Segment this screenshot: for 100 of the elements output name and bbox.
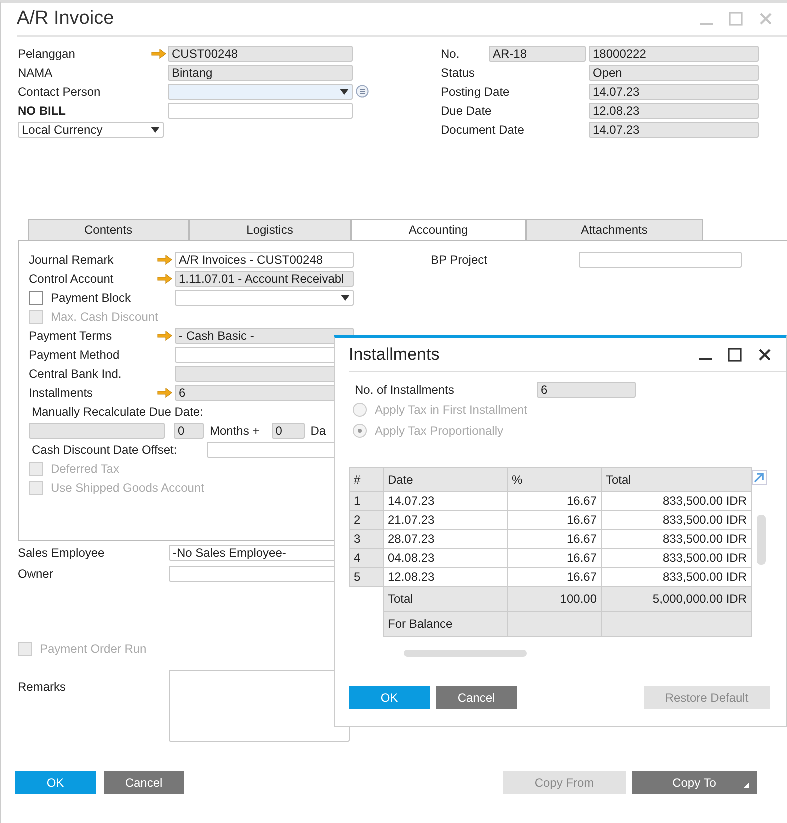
tab[interactable]: Logistics [189, 219, 351, 240]
scrollbar-thumb[interactable] [757, 515, 766, 565]
field-label: Cash Discount Date Offset: [32, 442, 178, 458]
caret-icon[interactable] [341, 294, 350, 300]
checkbox[interactable] [29, 290, 43, 304]
link-arrow-icon[interactable] [151, 48, 168, 58]
field-label: Document Date [441, 122, 526, 138]
text-field[interactable] [207, 442, 337, 458]
dropdown-field[interactable] [175, 290, 354, 306]
table-cell: 16.67 [508, 510, 602, 530]
table-cell: 100.00 [508, 586, 602, 612]
field-label: Payment Terms [29, 328, 114, 344]
field-label: Central Bank Ind. [29, 366, 123, 382]
unit-label: Months + [210, 422, 260, 438]
unit-label: Da [310, 422, 326, 438]
text-field[interactable]: 6 [537, 382, 636, 398]
column-header[interactable]: Total [602, 468, 752, 492]
row-number[interactable]: 4 [350, 548, 384, 568]
field-label: Control Account [29, 270, 115, 286]
field-label: Remarks [18, 679, 68, 696]
column-header[interactable]: % [508, 468, 602, 492]
dropdown-corner-icon[interactable] [744, 783, 749, 788]
row-number[interactable]: 2 [350, 510, 384, 530]
table-cell: 16.67 [508, 548, 602, 568]
maximize-icon[interactable] [728, 348, 742, 362]
text-field[interactable] [579, 252, 742, 268]
currency-dropdown[interactable]: Local Currency [18, 122, 164, 138]
row-number[interactable]: 1 [350, 492, 384, 510]
link-arrow-icon[interactable] [157, 330, 174, 340]
checkbox-label: Payment Order Run [40, 640, 147, 656]
field-label: No. [441, 46, 461, 62]
text-field[interactable]: - Cash Basic - [175, 328, 354, 344]
table-cell: 14.07.23 [384, 492, 508, 510]
scrollbar-thumb[interactable] [404, 650, 527, 657]
field-label: Pelanggan [18, 46, 76, 62]
dialog-title: Installments [349, 344, 440, 366]
button[interactable]: Cancel [436, 686, 517, 709]
series-field[interactable]: AR-18 [489, 46, 586, 62]
text-field[interactable]: Bintang [168, 64, 353, 80]
table-cell: 5,000,000.00 IDR [602, 586, 752, 612]
link-arrow-icon[interactable] [157, 388, 174, 398]
checkbox-label: Payment Block [51, 290, 132, 306]
row-number[interactable]: 3 [350, 530, 384, 548]
field-label: Posting Date [441, 84, 511, 100]
remarks-field[interactable] [169, 670, 350, 742]
checkbox-label: Deferred Tax [51, 460, 120, 476]
link-arrow-icon[interactable] [157, 254, 174, 264]
field-label: Installments [29, 384, 94, 400]
checkbox-label: Max. Cash Discount [51, 308, 158, 324]
column-header[interactable]: Date [384, 468, 508, 492]
row-number[interactable]: 5 [350, 568, 384, 586]
radio-label: Apply Tax in First Installment [375, 402, 528, 418]
field-label: BP Project [431, 252, 488, 268]
section-label: Manually Recalculate Due Date: [32, 404, 204, 420]
field-label: Status [441, 64, 476, 80]
table-cell: 16.67 [508, 492, 602, 510]
copy-to-button[interactable]: Copy To [632, 771, 757, 794]
date-field[interactable] [29, 422, 165, 438]
field-label: Due Date [441, 102, 493, 118]
link-arrow-icon[interactable] [157, 274, 174, 284]
table-cell: 28.07.23 [384, 530, 508, 548]
list-icon[interactable] [356, 85, 369, 98]
column-header[interactable]: # [350, 468, 384, 492]
table-cell: 21.07.23 [384, 510, 508, 530]
text-field[interactable]: Open [589, 64, 759, 80]
summary-label: Total [384, 586, 508, 612]
radio-label: Apply Tax Proportionally [375, 422, 504, 438]
text-field[interactable]: 1.11.07.01 - Account Receivabl [175, 270, 354, 286]
text-field[interactable]: CUST00248 [168, 46, 353, 62]
text-field[interactable]: 14.07.23 [589, 122, 759, 138]
days-field[interactable]: 0 [272, 422, 305, 438]
table-cell: 833,500.00 IDR [602, 530, 752, 548]
expand-icon[interactable] [752, 470, 767, 485]
checkbox-label: Use Shipped Goods Account [51, 480, 204, 496]
field-label: Owner [18, 566, 54, 582]
button[interactable]: Cancel [104, 771, 184, 794]
close-icon[interactable] [758, 348, 772, 362]
dropdown-field[interactable] [168, 84, 353, 100]
caret-icon[interactable] [340, 88, 349, 94]
field-label: NAMA [18, 64, 54, 80]
field-label: Journal Remark [29, 252, 115, 268]
months-field[interactable]: 0 [174, 422, 204, 438]
table-cell: 833,500.00 IDR [602, 548, 752, 568]
table-cell: 833,500.00 IDR [602, 510, 752, 530]
field-label: Contact Person [18, 84, 102, 100]
field-label: NO BILL [18, 102, 67, 118]
tab[interactable]: Contents [28, 219, 189, 240]
text-field[interactable]: A/R Invoices - CUST00248 [175, 252, 354, 268]
caret-icon[interactable] [151, 126, 160, 132]
table-cell: 833,500.00 IDR [602, 492, 752, 510]
text-field[interactable]: 18000222 [589, 46, 759, 62]
tab[interactable]: Accounting [351, 219, 526, 240]
tab[interactable]: Attachments [526, 219, 703, 240]
text-field[interactable]: 14.07.23 [589, 84, 759, 100]
field-label: No. of Installments [355, 382, 456, 398]
window-title: A/R Invoice [17, 6, 114, 31]
table-cell: 04.08.23 [384, 548, 508, 568]
text-field[interactable] [168, 102, 353, 118]
field-label: Payment Method [29, 346, 121, 362]
text-field[interactable]: 12.08.23 [589, 102, 759, 118]
